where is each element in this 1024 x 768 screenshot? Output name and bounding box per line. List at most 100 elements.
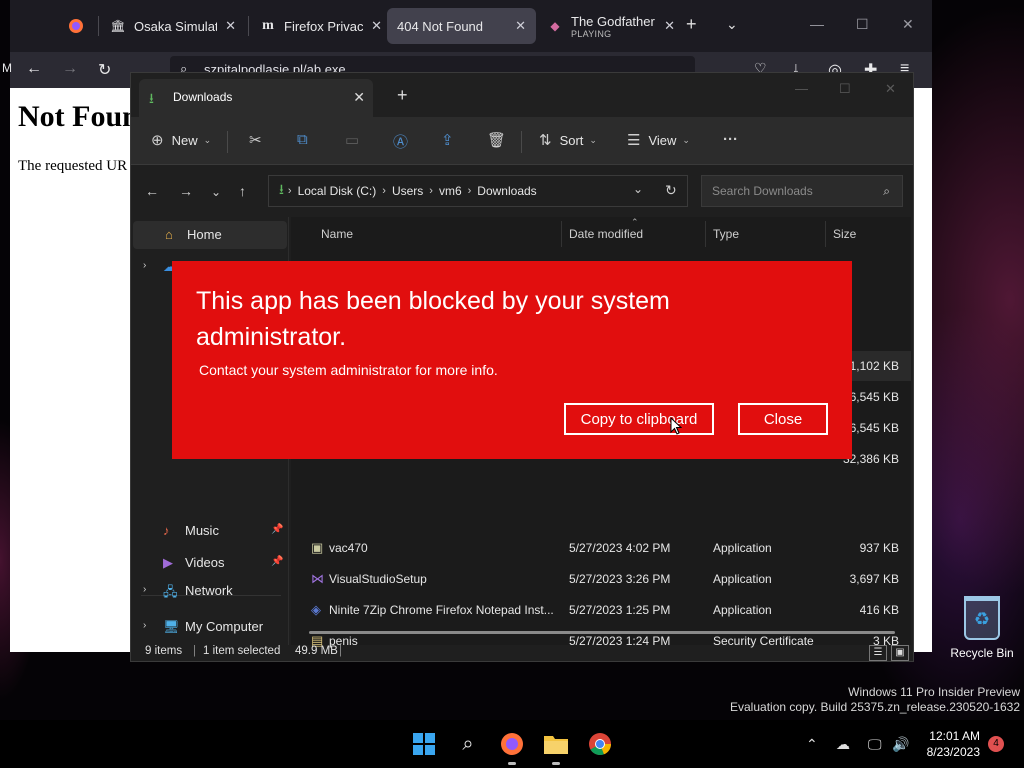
dialog-title: This app has been blocked by your system… [196,287,670,351]
breadcrumb-users[interactable]: Users [392,184,423,198]
search-icon[interactable]: ⌕ [454,730,482,758]
file-name: Ninite 7Zip Chrome Firefox Notepad Inst.… [329,603,554,617]
column-size[interactable]: Size [833,227,856,241]
clock-time: 12:01 AM [929,729,980,743]
new-button[interactable]: ⊕ New ⌄ [151,131,211,149]
clock-date: 8/23/2023 [926,745,980,759]
delete-icon[interactable]: 🗑 [487,131,506,149]
recycle-bin-icon: ♻ [964,596,1000,640]
file-size: 6,545 KB [849,390,899,404]
file-name: VisualStudioSetup [329,572,427,586]
explorer-tab-downloads[interactable]: ⭳ Downloads ✕ [139,79,373,117]
file-row[interactable]: ⋈ VisualStudioSetup 5/27/2023 3:26 PM Ap… [301,564,911,594]
breadcrumb-downloads[interactable]: Downloads [477,184,536,198]
copy-to-clipboard-button[interactable]: Copy to clipboard [564,403,714,435]
nav-item-home[interactable]: ⌂ Home [133,221,287,249]
more-options-icon[interactable]: ··· [723,131,738,148]
clock[interactable]: 12:01 AM 8/23/2023 [920,728,980,760]
back-icon[interactable]: ← [26,60,42,78]
reload-icon[interactable]: ↻ [98,60,111,80]
close-icon[interactable]: ✕ [515,18,526,34]
browser-tab-firefox[interactable] [58,8,96,44]
taskbar-chrome[interactable] [586,730,614,758]
folder-icon [544,736,568,754]
file-size: 416 KB [859,603,899,617]
chevron-up-icon[interactable]: ⌃ [806,736,818,753]
column-name[interactable]: Name [321,227,353,241]
new-tab-icon[interactable]: + [397,85,408,106]
close-icon[interactable]: ✕ [664,18,675,34]
nav-item-music[interactable]: ♪ Music 📌 [131,517,285,545]
file-date: 5/27/2023 3:26 PM [569,572,671,586]
copy-icon[interactable]: ⧉ [297,131,308,148]
nav-label: Videos [185,555,225,570]
browser-tab-osaka[interactable]: 🏛 Osaka Simulator ✕ [100,8,246,44]
nav-item-videos[interactable]: ▶ Videos 📌 [131,549,285,577]
close-icon[interactable]: ✕ [371,18,382,34]
volume-icon[interactable]: 🔊 [892,736,909,753]
search-input[interactable]: Search Downloads ⌕ [701,175,903,207]
new-tab-icon[interactable]: + [686,14,697,35]
horizontal-scrollbar[interactable] [309,631,895,634]
chevron-down-icon[interactable]: ⌄ [633,182,643,196]
cloud-off-icon[interactable]: ☁ [836,736,850,753]
maximize-icon[interactable]: ☐ [856,16,869,33]
column-date-modified[interactable]: Date modified [569,227,643,241]
browser-tab-firefox-privacy[interactable]: m Firefox Privacy N ✕ [250,8,392,44]
nav-item-network[interactable]: › 🖧 Network [131,577,289,605]
close-window-icon[interactable]: ✕ [885,81,896,97]
details-view-icon[interactable]: ☰ [869,645,887,661]
up-icon[interactable]: ↑ [239,183,246,199]
taskbar-firefox[interactable] [498,730,526,765]
firefox-icon [68,18,84,34]
chevron-right-icon: › [287,185,292,197]
back-icon[interactable]: ← [145,183,159,199]
breadcrumb-local-disk[interactable]: Local Disk (C:) [298,184,377,198]
close-icon[interactable]: ✕ [225,18,236,34]
nav-item-my-computer[interactable]: › 🖥 My Computer [131,613,285,641]
recycle-bin[interactable]: ♻ Recycle Bin [944,596,1020,660]
chevron-down-icon[interactable]: ⌄ [726,16,738,33]
address-bar[interactable]: ⭳ › Local Disk (C:) › Users › vm6 › Down… [268,175,688,207]
browser-tab-404[interactable]: 404 Not Found ✕ [387,8,536,44]
share-icon[interactable]: ⇪ [441,131,454,149]
breadcrumb-vm6[interactable]: vm6 [439,184,462,198]
column-type[interactable]: Type [713,227,739,241]
nav-label: Music [185,523,219,538]
network-icon: 🖧 [163,584,178,599]
taskbar: ⌕ ⌃ ☁ 🖵 🔊 12:01 AM 8/23/2023 4 [0,720,1024,768]
close-window-icon[interactable]: ✕ [902,16,914,33]
view-label: View [648,132,677,148]
status-size: 49.9 MB [295,645,338,657]
minimize-icon[interactable]: — [810,16,824,32]
taskbar-file-explorer[interactable] [542,730,570,765]
cut-icon[interactable]: ✂ [249,131,262,149]
forward-icon[interactable]: → [179,183,193,199]
paste-icon[interactable]: ▭ [345,131,359,149]
recycle-bin-label: Recycle Bin [950,646,1014,660]
tiles-view-icon[interactable]: ▣ [891,645,909,661]
video-icon: ▶ [163,555,173,570]
forward-icon[interactable]: → [62,60,78,78]
maximize-icon[interactable]: ☐ [839,81,851,97]
chrome-icon [589,733,612,756]
file-type: Application [713,572,772,586]
chevron-right-icon: › [382,185,386,197]
recent-locations-icon[interactable]: ⌄ [211,185,221,199]
diamond-icon: ◆ [550,19,560,33]
minimize-icon[interactable]: — [795,81,808,96]
new-label: New [171,132,198,148]
rename-icon[interactable]: Ⓐ [393,131,408,152]
close-icon[interactable]: ✕ [353,89,365,106]
browser-tab-godfather[interactable]: ◆ The Godfather PLAYING ✕ [537,8,685,44]
start-button[interactable] [410,730,438,758]
view-button[interactable]: ☰ View ⌄ [627,131,690,149]
app-blocked-dialog: This app has been blocked by your system… [172,261,852,459]
close-button[interactable]: Close [738,403,828,435]
refresh-icon[interactable]: ↻ [665,182,677,199]
network-status-icon[interactable]: 🖵 [868,736,882,753]
notification-badge[interactable]: 4 [988,736,1004,752]
file-row[interactable]: ◈ Ninite 7Zip Chrome Firefox Notepad Ins… [301,595,911,625]
file-row[interactable]: ▣ vac470 5/27/2023 4:02 PM Application 9… [301,533,911,563]
sort-button[interactable]: ⇅ Sort ⌄ [539,131,597,149]
